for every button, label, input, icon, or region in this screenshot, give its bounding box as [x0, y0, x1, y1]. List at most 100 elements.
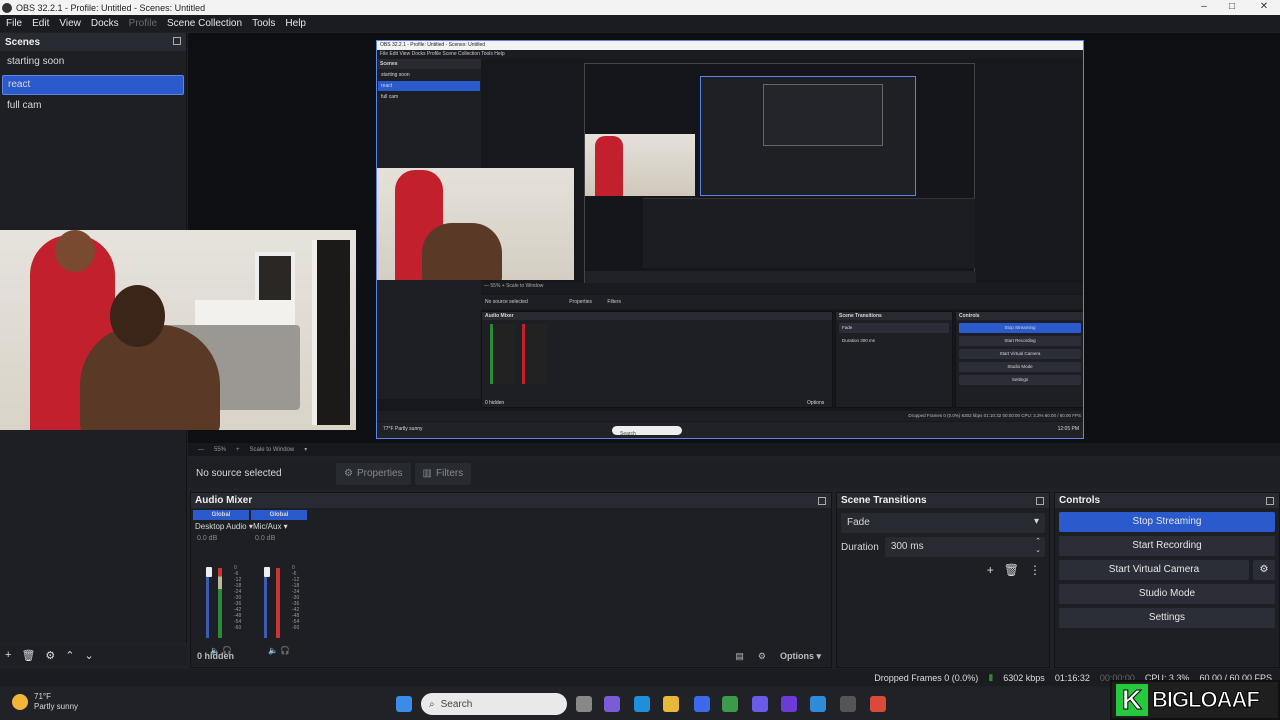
chevron-down-icon[interactable]: ▾ [304, 446, 307, 453]
start-virtual-camera-button[interactable]: Start Virtual Camera [1059, 560, 1249, 580]
nested-virtual-camera: Start Virtual Camera [959, 349, 1081, 359]
scene-item-starting-soon[interactable]: starting soon [2, 53, 184, 73]
scene-item-full-cam[interactable]: full cam [2, 97, 184, 117]
nested-taskbar: 77°F Partly sunny Search 12:05 PM [377, 422, 1083, 438]
filters-button[interactable]: ▥ Filters [414, 462, 472, 485]
status-bar: Dropped Frames 0 (0.0%) ▮ 6302 kbps 01:1… [0, 669, 1280, 686]
nested-studio-mode: Studio Mode [959, 362, 1081, 372]
maximize-icon[interactable]: □ [1216, 0, 1248, 15]
start-recording-button[interactable]: Start Recording [1059, 536, 1275, 556]
photos-icon[interactable] [810, 696, 826, 712]
filters-label: Filters [436, 468, 464, 479]
trash-icon[interactable]: 🗑 [21, 649, 35, 662]
gear-icon[interactable]: ⚙ [1253, 560, 1275, 580]
move-up-icon[interactable]: ⌃ [65, 649, 74, 662]
channel-name[interactable]: Mic/Aux ▾ [251, 522, 307, 531]
stream-time: 01:16:32 [1054, 672, 1090, 683]
webcam-source[interactable] [0, 230, 356, 430]
store-icon[interactable] [694, 696, 710, 712]
layout-icon[interactable]: ▤ [735, 651, 744, 662]
duration-label: Duration [841, 541, 879, 553]
nested-transitions-title: Scene Transitions [836, 312, 952, 320]
nested-inner-webcam [585, 134, 695, 196]
trash-icon[interactable]: 🗑 [1004, 563, 1019, 577]
sun-icon [12, 694, 28, 710]
channel-name-text: Desktop Audio [195, 522, 247, 531]
audio-mixer-title-text: Audio Mixer [195, 495, 253, 506]
task-view-icon[interactable] [576, 696, 592, 712]
chrome-icon[interactable] [722, 696, 738, 712]
scene-transitions-dock: Scene Transitions Fade ▾ Duration 300 ms… [836, 492, 1050, 668]
taskbar-search[interactable]: ⌕ Search [421, 693, 567, 715]
studio-mode-button[interactable]: Studio Mode [1059, 584, 1275, 604]
settings-button[interactable]: Settings [1059, 608, 1275, 628]
filter-icon: ▥ [422, 468, 432, 479]
channel-name[interactable]: Desktop Audio ▾ [193, 522, 253, 531]
nested-scene-item: starting soon [381, 72, 410, 78]
transition-tools: + 🗑 ⋮ [837, 563, 1041, 577]
channel-group: Global [251, 510, 307, 520]
scale-to-window[interactable]: Scale to Window [250, 447, 295, 453]
zoom-in-button[interactable]: + [236, 447, 240, 453]
menu-docks[interactable]: Docks [91, 18, 119, 29]
weather-text: 71°F Partly sunny [34, 692, 78, 712]
undock-icon[interactable] [1036, 497, 1044, 505]
duration-input[interactable]: 300 ms ⌃ ⌄ [884, 537, 1045, 557]
properties-button[interactable]: ⚙ Properties [336, 462, 411, 485]
move-down-icon[interactable]: ⌄ [85, 649, 94, 662]
menu-edit[interactable]: Edit [32, 18, 49, 29]
gear-icon[interactable]: ⚙ [45, 649, 55, 662]
hidden-count[interactable]: 0 hidden [197, 651, 234, 661]
copilot-icon[interactable] [604, 696, 620, 712]
menu-profile[interactable]: Profile [129, 18, 157, 29]
transition-select[interactable]: Fade ▾ [841, 513, 1045, 533]
scenes-dock-title: Scenes [0, 33, 186, 51]
undock-icon[interactable] [173, 37, 181, 45]
nested-title-bar: OBS 32.2.1 - Profile: Untitled - Scenes:… [377, 41, 1083, 50]
logo-text: BIGLOAAF [1152, 687, 1261, 713]
close-icon[interactable]: ✕ [1248, 0, 1280, 15]
chevron-down-icon: ▾ [1033, 516, 1039, 527]
volume-fader[interactable] [264, 567, 270, 577]
obs-icon[interactable] [840, 696, 856, 712]
menu-view[interactable]: View [59, 18, 81, 29]
volume-fader[interactable] [206, 567, 212, 577]
channel-desktop-audio: Global Desktop Audio ▾ 0.0 dB 0 -6 -12 -18-… [193, 510, 253, 655]
controls-title-text: Controls [1059, 495, 1101, 506]
undock-icon[interactable] [818, 497, 826, 505]
scenes-title: Scenes [5, 37, 41, 48]
edge-icon[interactable] [634, 696, 650, 712]
scale-tick: -60 [292, 625, 300, 631]
channel-name-text: Mic/Aux [253, 522, 282, 531]
menu-file[interactable]: File [6, 18, 22, 29]
nested-meter [490, 324, 515, 384]
menu-scene-collection[interactable]: Scene Collection [167, 18, 242, 29]
more-icon[interactable]: ⋮ [1029, 563, 1041, 577]
app-icon[interactable] [781, 696, 797, 712]
nested-scene-transitions: Scene Transitions Fade Duration 300 ms [835, 311, 953, 408]
file-explorer-icon[interactable] [663, 696, 679, 712]
nested-search: Search [612, 426, 682, 437]
scene-item-react[interactable]: react [2, 75, 184, 95]
zoom-out-button[interactable]: — [198, 447, 204, 453]
advanced-audio-icon[interactable]: ⚙ [758, 651, 766, 662]
chrome-profile-icon[interactable] [870, 696, 886, 712]
stop-streaming-button[interactable]: Stop Streaming [1059, 512, 1275, 532]
menu-help[interactable]: Help [285, 18, 306, 29]
nested-fade: Fade [839, 323, 949, 333]
title-bar: OBS 32.2.1 - Profile: Untitled - Scenes:… [0, 0, 1280, 15]
spin-icon[interactable]: ⌃ ⌄ [1035, 537, 1041, 555]
nested-settings: Settings [959, 375, 1081, 385]
options-button[interactable]: Options ▾ [780, 651, 821, 662]
options-label: Options [779, 650, 814, 661]
nested-weather: 77°F Partly sunny [383, 426, 423, 432]
windows-start-icon[interactable] [396, 696, 412, 712]
undock-icon[interactable] [1266, 497, 1274, 505]
display-capture-source[interactable]: OBS 32.2.1 - Profile: Untitled - Scenes:… [376, 40, 1084, 439]
menu-tools[interactable]: Tools [252, 18, 275, 29]
add-icon[interactable]: + [987, 563, 994, 577]
discord-icon[interactable] [752, 696, 768, 712]
volume-meter [276, 568, 280, 638]
weather-widget[interactable]: 71°F Partly sunny [12, 692, 78, 712]
add-icon[interactable]: + [5, 649, 11, 661]
